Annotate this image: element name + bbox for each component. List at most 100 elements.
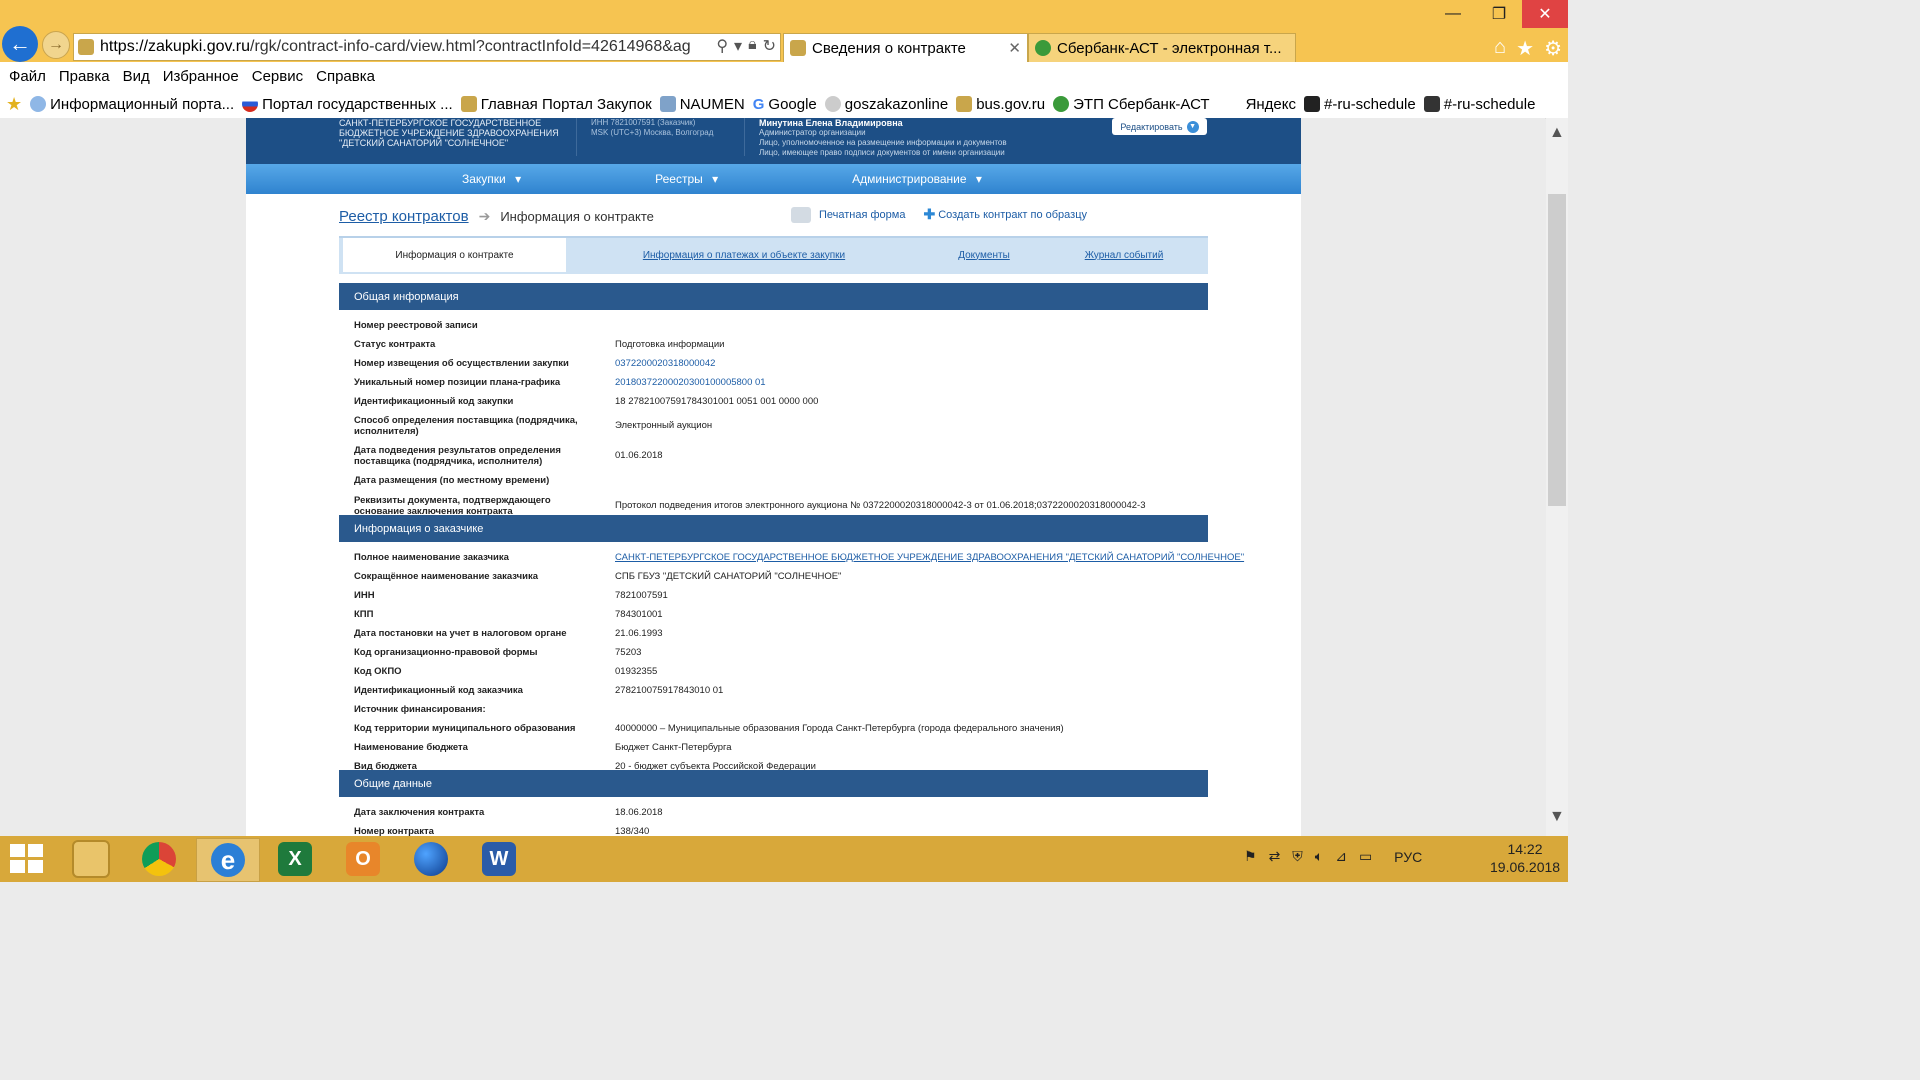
row-label: Код организационно-правовой формы [354,647,538,658]
scroll-thumb[interactable] [1548,194,1566,506]
network-icon[interactable]: ⊿ [1335,848,1347,865]
row-value: 01.06.2018 [615,450,663,461]
clock[interactable]: 14:22 19.06.2018 [1490,840,1560,876]
monitor-icon[interactable]: ▭ [1359,848,1372,865]
site-container: САНКТ-ПЕТЕРБУРГСКОЕ ГОСУДАРСТВЕННОЕ БЮДЖ… [246,118,1301,836]
globe-app[interactable] [400,838,462,880]
menu-view[interactable]: Вид [123,68,150,85]
sberbank-icon [1053,96,1070,112]
row-value: 40000000 – Муниципальные образования Гор… [615,723,1064,734]
star-icon[interactable]: ★ [1516,36,1534,61]
row-value: 01932355 [615,666,658,677]
teamviewer-icon[interactable]: ⇄ [1269,848,1281,865]
fav-item[interactable]: goszakazonline [824,96,948,113]
explorer-app[interactable] [60,838,122,880]
tab-close-icon[interactable]: ✕ [1008,39,1021,57]
excel-icon: X [278,842,312,876]
forward-button[interactable]: → [42,31,70,59]
row-label: Источник финансирования: [354,704,486,715]
tab-sberbank-ast[interactable]: Сбербанк-АСТ - электронная т... [1028,33,1296,63]
fav-item[interactable]: Яндекс [1246,96,1296,113]
nav-purchases[interactable]: Закупки ▾ [354,172,521,186]
gear-icon[interactable]: ⚙ [1544,36,1562,61]
row-value: 75203 [615,647,642,658]
fav-item[interactable]: Информационный порта... [30,96,234,113]
nav-registries[interactable]: Реестры ▾ [547,172,718,186]
breadcrumb-registry-link[interactable]: Реестр контрактов [339,208,469,225]
tab-label: Сведения о контракте [812,39,966,57]
word-icon: W [482,842,516,876]
info-portal-icon [30,96,47,112]
excel-app[interactable]: X [264,838,326,880]
chrome-app[interactable] [128,838,190,880]
section-common: Общие данные [339,770,1208,797]
printer-icon [791,206,811,223]
shield-icon[interactable]: ⛨ [1292,848,1303,865]
favorites-bar: ★ Информационный порта... Портал государ… [0,90,1568,119]
row-value: 21.06.1993 [615,628,663,639]
menu-help[interactable]: Справка [316,68,375,85]
row-value[interactable]: 20180372200020300100005800 01 [615,377,766,388]
nav-administration[interactable]: Администрирование ▾ [744,172,982,186]
back-button[interactable]: ← [2,26,38,62]
refresh-icon[interactable]: ↻ [763,36,776,56]
row-label: Дата размещения (по местному времени) [354,475,550,486]
tab-payments[interactable]: Информация о платежах и объекте закупки [599,238,889,272]
maximize-icon[interactable]: ❐ [1476,0,1522,28]
row-value: 18.06.2018 [615,807,663,818]
menu-tools[interactable]: Сервис [252,68,303,85]
clock-date: 19.06.2018 [1490,859,1561,875]
tab-contract-info[interactable]: Информация о контракте [343,238,566,272]
google-icon: G [752,95,765,113]
print-form-link[interactable]: Печатная форма [819,209,905,221]
search-icon[interactable]: ⚲ [716,36,728,56]
create-contract-link[interactable]: Создать контракт по образцу [938,209,1087,221]
tab-favicon [790,40,806,56]
tab-event-log[interactable]: Журнал событий [1069,238,1179,272]
header-info: ИНН 7821007591 (Заказчик) MSK (UTC+3) Мо… [576,118,713,156]
fav-item[interactable]: NAUMEN [659,96,745,113]
emblem-icon [460,96,477,112]
row-value: Протокол подведения итогов электронного … [615,500,1146,511]
scroll-down-icon[interactable]: ▼ [1549,808,1565,826]
menu-favorites[interactable]: Избранное [163,68,239,85]
windows-start-icon[interactable] [10,844,46,874]
fav-item[interactable]: Главная Портал Закупок [460,96,652,113]
fav-item[interactable]: ЭТП Сбербанк-АСТ [1053,96,1210,113]
minimize-icon[interactable]: — [1430,0,1476,28]
close-icon[interactable]: ✕ [1522,0,1568,28]
row-value: 138/340 [615,826,650,836]
ie-app[interactable]: e [196,838,260,882]
internet-explorer-icon: e [211,843,245,877]
tab-contract-info[interactable]: Сведения о контракте ✕ [783,33,1028,62]
row-label: Дата подведения результатов определения … [354,445,561,467]
fav-item[interactable]: #-ru-schedule [1304,96,1416,113]
lock-icon: 🔒︎ [748,36,757,53]
system-tray: ⚑ ⇄ ⛨ 🔈︎ ⊿ ▭ РУС [1244,848,1422,865]
page-actions: Печатная форма ✚ Создать контракт по обр… [791,206,1087,223]
row-value[interactable]: 0372200020318000042 [615,358,715,369]
row-label: Код ОКПО [354,666,402,677]
favorites-star-icon[interactable]: ★ [6,94,22,115]
menu-edit[interactable]: Правка [59,68,110,85]
fav-item[interactable]: Портал государственных ... [242,96,453,113]
address-bar[interactable]: https://zakupki.gov.ru/rgk/contract-info… [73,33,781,61]
home-icon[interactable]: ⌂ [1494,36,1506,61]
fav-item[interactable]: G Google [753,96,817,113]
edit-button[interactable]: Редактировать ▼ [1112,118,1207,135]
language-indicator[interactable]: РУС [1394,849,1422,865]
menu-file[interactable]: Файл [9,68,46,85]
url-text[interactable]: https://zakupki.gov.ru/rgk/contract-info… [100,38,690,56]
tab-documents[interactable]: Документы [939,238,1029,272]
volume-icon[interactable]: 🔈︎ [1315,848,1323,865]
flag-icon[interactable]: ⚑ [1244,848,1257,865]
vertical-scrollbar[interactable]: ▲ ▼ [1546,118,1568,836]
row-value[interactable]: САНКТ-ПЕТЕРБУРГСКОЕ ГОСУДАРСТВЕННОЕ БЮДЖ… [615,552,1244,563]
dropdown-icon[interactable]: ▾ [734,36,742,56]
fav-item[interactable]: bus.gov.ru [956,96,1045,113]
word-app[interactable]: W [468,838,530,880]
outlook-icon: O [346,842,380,876]
outlook-app[interactable]: O [332,838,394,880]
fav-item[interactable]: #-ru-schedule [1423,96,1535,113]
scroll-up-icon[interactable]: ▲ [1549,124,1565,142]
